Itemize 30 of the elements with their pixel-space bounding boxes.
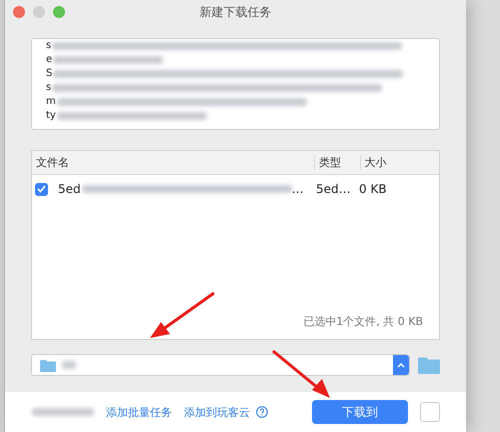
footer-link[interactable]: 添加到玩客云 [184, 404, 250, 420]
column-header[interactable]: 大小 [360, 155, 439, 170]
window-title: 新建下载任务 [200, 4, 272, 20]
help-icon[interactable] [256, 406, 268, 418]
selection-summary: 已选中1个文件, 共 0 KB [303, 314, 424, 330]
url-text: m [46, 95, 56, 109]
stepper-icon[interactable] [393, 355, 409, 375]
save-path-field[interactable] [31, 354, 410, 376]
annotation-arrow [148, 290, 218, 340]
url-text: S [46, 67, 52, 81]
file-type: 5ed… [316, 182, 352, 196]
checkbox[interactable] [35, 182, 48, 196]
browse-folder-icon [418, 356, 440, 374]
folder-icon [40, 358, 56, 372]
column-header[interactable]: 类型 [314, 155, 360, 170]
url-text: e [46, 53, 52, 67]
redacted-text [62, 361, 76, 369]
footer-link[interactable]: 添加批量任务 [106, 404, 172, 420]
close-button[interactable] [13, 6, 25, 18]
file-size: 0 KB [359, 182, 387, 196]
column-header[interactable]: 文件名 [32, 155, 314, 170]
url-field[interactable]: s e S s m ty [31, 38, 440, 130]
annotation-arrow [270, 348, 332, 400]
file-name-ellipsis: … [292, 182, 304, 196]
zoom-button[interactable] [53, 6, 65, 18]
file-name: 5ed [58, 182, 81, 196]
url-text: s [46, 39, 52, 53]
download-button[interactable]: 下载到 [312, 400, 408, 424]
url-text: ty [46, 109, 56, 123]
url-text: s [46, 81, 52, 95]
